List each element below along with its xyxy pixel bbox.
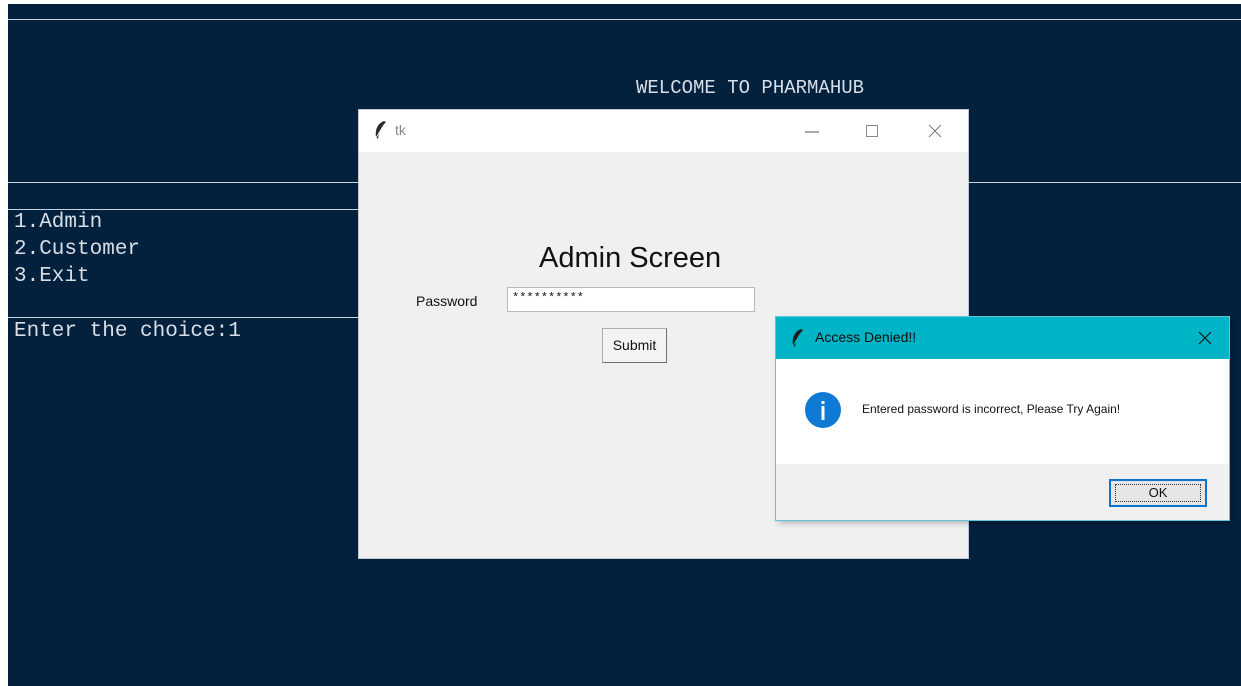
divider-top bbox=[8, 19, 1241, 20]
ok-button[interactable]: OK bbox=[1109, 479, 1207, 507]
error-message: Entered password is incorrect, Please Tr… bbox=[862, 402, 1121, 416]
menu-item-customer: 2.Customer bbox=[14, 238, 141, 261]
menu-item-exit: 3.Exit bbox=[14, 265, 90, 288]
admin-screen-heading: Admin Screen bbox=[539, 242, 722, 274]
close-icon[interactable] bbox=[1196, 329, 1214, 347]
dialog-body: Entered password is incorrect, Please Tr… bbox=[776, 359, 1229, 464]
feather-icon bbox=[375, 121, 386, 139]
access-denied-dialog: Access Denied!! Entered password is inco… bbox=[776, 317, 1229, 520]
info-icon bbox=[805, 392, 841, 428]
password-label: Password bbox=[416, 293, 478, 309]
window-titlebar[interactable]: tk bbox=[359, 110, 968, 152]
maximize-icon[interactable] bbox=[861, 121, 883, 141]
focus-ring bbox=[1115, 484, 1201, 502]
welcome-banner: WELCOME TO PHARMAHUB bbox=[636, 77, 865, 99]
dialog-title: Access Denied!! bbox=[815, 329, 917, 345]
feather-icon bbox=[792, 329, 803, 347]
choice-prompt: Enter the choice:1 bbox=[14, 320, 241, 343]
menu-item-admin: 1.Admin bbox=[14, 211, 103, 234]
password-input[interactable]: ********** bbox=[507, 287, 755, 312]
submit-button[interactable]: Submit bbox=[602, 328, 667, 363]
dialog-titlebar[interactable]: Access Denied!! bbox=[776, 317, 1229, 359]
window-title: tk bbox=[395, 122, 406, 138]
close-icon[interactable] bbox=[924, 121, 946, 141]
minimize-icon[interactable] bbox=[801, 121, 823, 141]
